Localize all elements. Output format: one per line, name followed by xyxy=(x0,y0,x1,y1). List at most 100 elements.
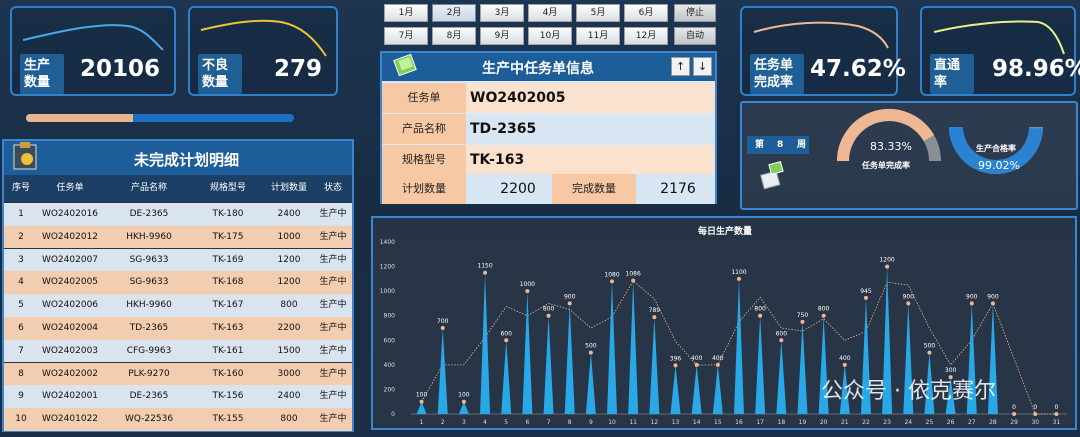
y-tick-label: 400 xyxy=(384,362,396,369)
table-cell: SG-9633 xyxy=(129,277,169,288)
data-label: 500 xyxy=(924,343,936,350)
table-cell: 2 xyxy=(18,231,24,242)
table-row[interactable]: 10 WO2401022 WQ-22536 TK-155 800 生产中 xyxy=(4,408,352,431)
table-row[interactable]: 9 WO2402001 DE-2365 TK-156 2400 生产中 xyxy=(4,385,352,408)
table-cell: WO2402004 xyxy=(41,323,99,333)
marker-day-14 xyxy=(694,362,699,367)
table-cell: TK-156 xyxy=(212,391,244,402)
kpi-production-label: 生产 数量 xyxy=(20,54,64,94)
table-cell: 生产中 xyxy=(319,277,347,288)
table-cell: HKH-9960 xyxy=(126,231,172,242)
bar-day-12 xyxy=(649,317,660,414)
x-tick-label: 8 xyxy=(568,419,572,426)
table-cell: 1000 xyxy=(277,231,301,242)
y-tick-label: 800 xyxy=(384,313,396,320)
table-row[interactable]: 3 WO2402007 SG-9633 TK-169 1200 生产中 xyxy=(4,248,352,272)
kpi-defect-card: 不良 数量 279 xyxy=(188,6,338,96)
month-button-10[interactable]: 10月 xyxy=(528,27,572,45)
table-row[interactable]: 1 WO2402016 DE-2365 TK-180 2400 生产中 xyxy=(4,203,352,226)
table-cell: 1200 xyxy=(277,254,301,265)
table-cell: TK-169 xyxy=(212,254,244,265)
x-tick-label: 14 xyxy=(693,419,701,426)
marker-day-12 xyxy=(652,315,657,320)
table-row[interactable]: 4 WO2402005 SG-9633 TK-168 1200 生产中 xyxy=(4,271,352,294)
table-row[interactable]: 6 WO2402004 TD-2365 TK-163 2200 生产中 xyxy=(4,317,352,340)
month-button-3[interactable]: 3月 xyxy=(480,4,524,22)
data-label: 0 xyxy=(1055,404,1059,411)
marker-day-18 xyxy=(779,338,784,343)
kpi-task-rate-value: 47.62% xyxy=(810,56,906,82)
month-button-12[interactable]: 12月 xyxy=(624,27,668,45)
table-cell: PLK-9270 xyxy=(128,368,170,379)
marker-day-3 xyxy=(461,399,466,404)
table-cell: WO2402002 xyxy=(41,368,99,379)
table-cell: TK-155 xyxy=(212,414,244,425)
month-button-6[interactable]: 6月 xyxy=(624,4,668,22)
task-info-header: 生产中任务单信息 ↑ ↓ xyxy=(382,53,715,81)
bar-day-9 xyxy=(585,352,596,414)
task-plan-value: 2200 xyxy=(500,181,536,197)
task-next-button[interactable]: ↓ xyxy=(693,57,712,76)
table-cell: 2400 xyxy=(277,209,301,219)
task-document-icon xyxy=(393,53,417,77)
table-row[interactable]: 5 WO2402006 HKH-9960 TK-167 800 生产中 xyxy=(4,294,352,317)
watermark-text: 公众号 · 依克赛尔 xyxy=(821,379,996,404)
marker-day-7 xyxy=(546,313,551,318)
table-cell: 生产中 xyxy=(319,231,347,242)
y-tick-label: 0 xyxy=(391,411,395,418)
data-label: 900 xyxy=(966,293,978,300)
table-cell: 800 xyxy=(280,300,298,311)
table-cell: WO2402007 xyxy=(41,254,99,265)
month-button-9[interactable]: 9月 xyxy=(480,27,524,45)
table-cell: DE-2365 xyxy=(129,209,169,219)
marker-day-21 xyxy=(842,362,847,367)
chart-title: 每日生产数量 xyxy=(698,225,752,237)
month-button-4[interactable]: 4月 xyxy=(528,4,572,22)
month-button-5[interactable]: 5月 xyxy=(576,4,620,22)
marker-day-23 xyxy=(885,264,890,269)
marker-day-19 xyxy=(800,319,805,324)
table-cell: 10 xyxy=(15,414,27,425)
table-header-cell: 规格型号 xyxy=(209,183,246,193)
data-label: 945 xyxy=(860,288,872,295)
table-title: 未完成计划明细 xyxy=(134,151,240,169)
data-label: 1086 xyxy=(626,271,641,278)
table-row[interactable]: 8 WO2402002 PLK-9270 TK-160 3000 生产中 xyxy=(4,362,352,386)
auto-button[interactable]: 自动 xyxy=(674,27,716,45)
marker-day-24 xyxy=(906,301,911,306)
table-cell: TD-2365 xyxy=(129,323,169,333)
marker-day-31 xyxy=(1054,412,1059,416)
bar-day-11 xyxy=(628,280,639,414)
table-cell: 生产中 xyxy=(319,209,347,219)
month-button-2[interactable]: 2月 xyxy=(432,4,476,22)
stop-button[interactable]: 停止 xyxy=(674,4,716,22)
y-tick-label: 1000 xyxy=(380,288,395,295)
table-header-row: 序号 任务单 产品名称 规格型号 计划数量 状态 xyxy=(4,175,352,201)
marker-day-6 xyxy=(525,289,530,294)
data-label: 400 xyxy=(691,355,703,362)
x-tick-label: 30 xyxy=(1031,419,1039,426)
data-label: 1000 xyxy=(520,281,535,288)
data-label: 400 xyxy=(839,355,851,362)
x-tick-label: 1 xyxy=(420,419,424,426)
table-row[interactable]: 2 WO2402012 HKH-9960 TK-175 1000 生产中 xyxy=(4,225,352,249)
bar-day-18 xyxy=(776,340,787,414)
kpi-production-value: 20106 xyxy=(80,56,161,82)
month-button-1[interactable]: 1月 xyxy=(384,4,428,22)
rate-panel: 第 8 周 83.33% 任务单完成率 生产合格率 99.02% xyxy=(740,101,1078,210)
table-cell: SG-9633 xyxy=(129,254,169,265)
marker-day-25 xyxy=(927,350,932,355)
month-button-8[interactable]: 8月 xyxy=(432,27,476,45)
table-row[interactable]: 7 WO2402003 CFG-9963 TK-161 1500 生产中 xyxy=(4,339,352,363)
incomplete-plan-table: 未完成计划明细 序号 任务单 产品名称 规格型号 计划数量 状态 1 WO2402016 DE… xyxy=(2,139,354,432)
data-label: 800 xyxy=(543,306,555,313)
task-done-label: 完成数量 xyxy=(552,174,636,204)
table-cell: 生产中 xyxy=(319,345,347,356)
month-button-11[interactable]: 11月 xyxy=(576,27,620,45)
month-button-7[interactable]: 7月 xyxy=(384,27,428,45)
table-cell: TK-167 xyxy=(212,300,244,311)
table-cell: 3000 xyxy=(277,368,301,379)
x-tick-label: 22 xyxy=(862,419,870,426)
task-prev-button[interactable]: ↑ xyxy=(671,57,690,76)
data-label: 0 xyxy=(1012,404,1016,411)
